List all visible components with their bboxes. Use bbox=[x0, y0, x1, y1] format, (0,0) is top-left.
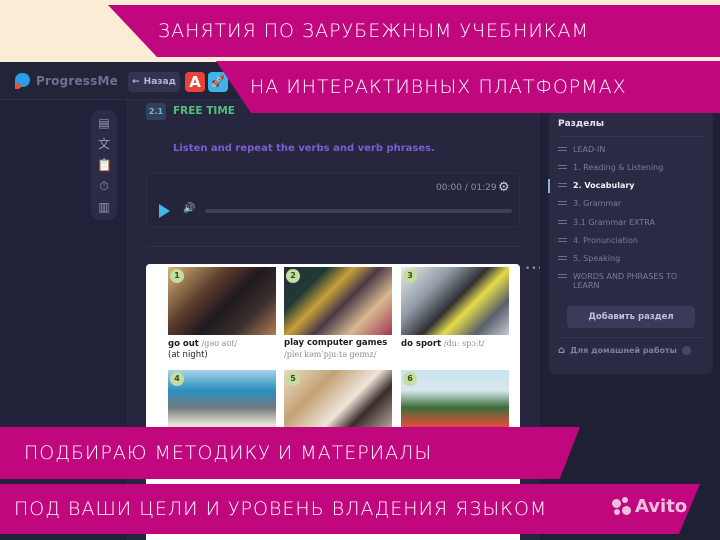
info-icon[interactable] bbox=[681, 346, 691, 355]
section-label: 3.1 Grammar EXTRA bbox=[573, 218, 655, 227]
section-item[interactable]: 5. Speaking bbox=[558, 254, 708, 263]
right-panel: Разделы LEAD-IN 1. Reading & Listening 2. … bbox=[540, 100, 720, 540]
homework-label: Для домашней работы bbox=[570, 346, 677, 355]
divider bbox=[558, 337, 704, 338]
phrase-extra: (at night) bbox=[168, 350, 208, 360]
time-readout: 00:00 / 01:29 bbox=[436, 183, 497, 193]
back-button[interactable]: ← Назад bbox=[128, 72, 180, 92]
audio-player: 00:00 / 01:29 ⚙ 🔊 bbox=[146, 173, 520, 227]
drag-handle-icon[interactable] bbox=[558, 256, 567, 260]
home-icon: ⌂ bbox=[558, 345, 566, 356]
promo-banner-4: ПОД ВАШИ ЦЕЛИ И УРОВЕНЬ ВЛАДЕНИЯ ЯЗЫКОМ bbox=[0, 484, 700, 534]
section-label: LEAD-IN bbox=[573, 145, 606, 154]
watermark-text: Avito bbox=[635, 496, 688, 517]
section-item[interactable]: 3. Grammar bbox=[558, 199, 708, 208]
ipa: /pleɪ kəmˈpjuːtə geɪmz/ bbox=[284, 350, 377, 359]
timer-icon[interactable]: ⏱ bbox=[97, 179, 111, 194]
drag-handle-icon[interactable] bbox=[558, 165, 567, 169]
section-label: 4. Pronunciation bbox=[573, 236, 638, 245]
tool-rail: ▤ 文 📋 ⏱ ▥ bbox=[91, 110, 117, 220]
promo-banner-2: НА ИНТЕРАКТИВНЫХ ПЛАТФОРМАХ bbox=[216, 61, 720, 113]
add-section-button[interactable]: Добавить раздел bbox=[567, 306, 695, 328]
caption-1: go out /gəʊ aʊt/ (at night) bbox=[168, 338, 237, 361]
back-label: Назад bbox=[143, 77, 176, 87]
instruction-text: Listen and repeat the verbs and verb phr… bbox=[173, 143, 435, 154]
caption-3: do sport /duː spɔːt/ bbox=[401, 338, 484, 350]
drag-handle-icon[interactable] bbox=[558, 274, 567, 278]
drag-handle-icon[interactable] bbox=[558, 238, 567, 242]
homework-item[interactable]: ⌂ Для домашней работы bbox=[558, 345, 691, 356]
drag-handle-icon[interactable] bbox=[558, 183, 567, 187]
phrase: go out bbox=[168, 339, 199, 349]
logo[interactable]: ProgressMe bbox=[14, 73, 118, 89]
section-item[interactable]: 2. Vocabulary bbox=[548, 179, 708, 193]
active-indicator bbox=[548, 179, 550, 193]
sections-title: Разделы bbox=[558, 119, 605, 129]
section-item[interactable]: LEAD-IN bbox=[558, 145, 708, 154]
photo-sport: 3 bbox=[401, 267, 509, 335]
lesson-number-badge: 2.1 bbox=[146, 103, 166, 120]
section-label: 5. Speaking bbox=[573, 254, 621, 263]
phrase: play computer games bbox=[284, 338, 388, 348]
volume-icon[interactable]: 🔊 bbox=[183, 203, 195, 214]
play-icon[interactable] bbox=[159, 204, 170, 218]
item-number: 6 bbox=[403, 372, 417, 386]
avito-watermark: Avito bbox=[612, 496, 687, 517]
section-label: WORDS AND PHRASES TO LEARN bbox=[573, 272, 678, 290]
section-item[interactable]: 4. Pronunciation bbox=[558, 236, 708, 245]
section-label: 1. Reading & Listening bbox=[573, 163, 664, 172]
app-a-icon[interactable]: A bbox=[185, 72, 205, 92]
promo-banner-3: ПОДБИРАЮ МЕТОДИКУ И МАТЕРИАЛЫ bbox=[0, 427, 580, 479]
logo-icon bbox=[14, 73, 30, 89]
logo-text: ProgressMe bbox=[36, 74, 118, 88]
section-item[interactable]: 3.1 Grammar EXTRA bbox=[558, 218, 708, 227]
caption-2: play computer games /pleɪ kəmˈpjuːtə geɪ… bbox=[284, 338, 387, 361]
audio-progress-bar[interactable] bbox=[205, 209, 512, 213]
item-number: 2 bbox=[286, 269, 300, 283]
photo-computer-games: 2 bbox=[284, 267, 392, 335]
drag-handle-icon[interactable] bbox=[558, 201, 567, 205]
section-item[interactable]: WORDS AND PHRASES TO LEARN bbox=[558, 272, 708, 290]
rocket-icon[interactable]: 🚀 bbox=[208, 72, 228, 92]
promo-banner-1: ЗАНЯТИЯ ПО ЗАРУБЕЖНЫМ УЧЕБНИКАМ bbox=[108, 5, 720, 57]
translate-icon[interactable]: 文 bbox=[97, 137, 111, 152]
drag-handle-icon[interactable] bbox=[558, 147, 567, 151]
chat-icon[interactable]: ▤ bbox=[97, 116, 111, 131]
section-label: 3. Grammar bbox=[573, 199, 622, 208]
clipboard-icon[interactable]: 📋 bbox=[97, 158, 112, 173]
item-number: 3 bbox=[403, 269, 417, 283]
item-number: 5 bbox=[286, 372, 300, 386]
phrase: do sport bbox=[401, 339, 442, 349]
ipa: /duː spɔːt/ bbox=[443, 339, 485, 348]
section-item[interactable]: 1. Reading & Listening bbox=[558, 163, 708, 172]
drag-handle-icon[interactable] bbox=[558, 220, 567, 224]
layout-icon[interactable]: ▥ bbox=[97, 200, 111, 215]
item-number: 1 bbox=[170, 269, 184, 283]
lesson-title: FREE TIME bbox=[173, 105, 235, 117]
sections-panel: Разделы LEAD-IN 1. Reading & Listening 2. … bbox=[548, 112, 713, 374]
divider bbox=[146, 246, 520, 247]
divider bbox=[558, 136, 704, 137]
ipa: /gəʊ aʊt/ bbox=[201, 339, 238, 348]
item-number: 4 bbox=[170, 372, 184, 386]
gear-icon[interactable]: ⚙ bbox=[498, 180, 510, 195]
photo-go-out: 1 bbox=[168, 267, 276, 335]
avito-logo-icon bbox=[612, 496, 632, 517]
section-label: 2. Vocabulary bbox=[573, 181, 635, 190]
arrow-left-icon: ← bbox=[132, 77, 140, 87]
